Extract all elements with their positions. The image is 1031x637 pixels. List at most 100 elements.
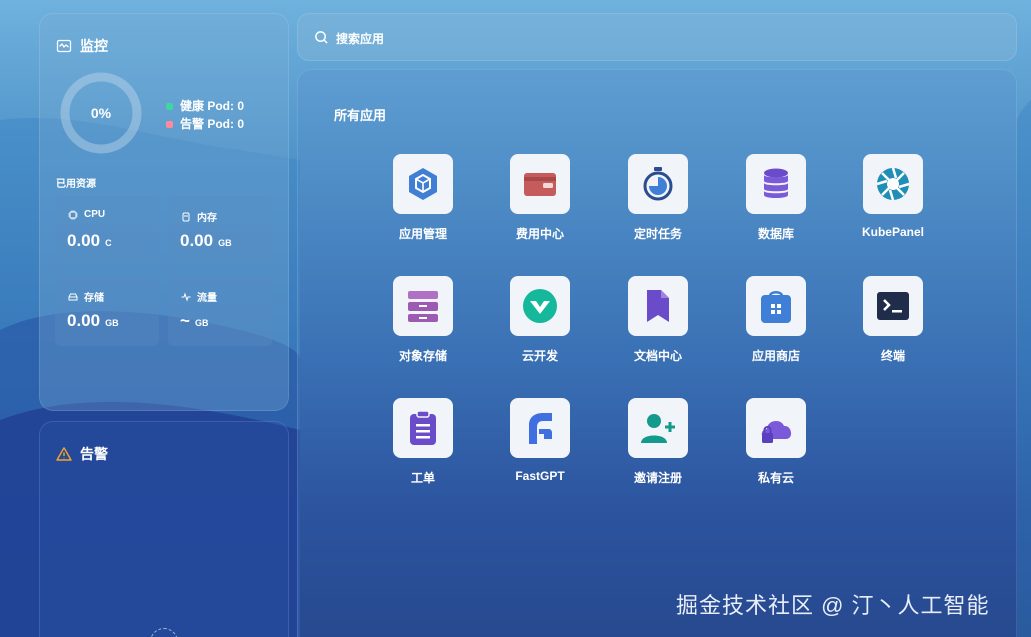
app-label: 数据库: [757, 227, 794, 241]
storage-card-label: 存储: [84, 293, 104, 304]
app-label: 应用商店: [751, 349, 800, 363]
legend-healthy: 健康 Pod: 0: [166, 97, 244, 115]
app-label: 云开发: [521, 349, 558, 363]
storage-icon: [68, 293, 78, 300]
app-tile: [510, 276, 570, 336]
app-app-store[interactable]: 应用商店: [726, 276, 826, 364]
search-icon: [315, 31, 328, 44]
traffic-unit: GB: [194, 318, 209, 328]
alert-dot-icon: [166, 120, 173, 128]
healthy-dot-icon: [166, 102, 173, 110]
app-tile: [510, 398, 570, 458]
memory-card-header: 内存: [181, 209, 217, 224]
traffic-card-label: 流量: [197, 293, 217, 304]
app-label: 文档中心: [633, 349, 682, 363]
storage-value: 0.00: [67, 311, 101, 330]
monitor-title-text: 监控: [80, 38, 108, 54]
memory-icon: [182, 212, 190, 221]
resources-title: 已用资源: [56, 179, 96, 190]
legend-alert-label: 告警 Pod: 0: [180, 117, 245, 131]
app-app-manage[interactable]: 应用管理: [373, 154, 473, 242]
app-billing[interactable]: 费用中心: [490, 154, 590, 242]
monitor-icon: [56, 39, 72, 53]
traffic-card-value: ~ GB: [180, 311, 208, 331]
storage-card[interactable]: 存储 0.00 GB: [55, 276, 159, 346]
app-tile: [746, 398, 806, 458]
app-tile: [393, 276, 453, 336]
memory-card-value: 0.00 GB: [180, 231, 232, 251]
app-docs[interactable]: 文档中心: [608, 276, 708, 364]
alert-panel: 告警: [39, 421, 289, 637]
app-tile: [863, 276, 923, 336]
terminal-icon: [877, 292, 909, 320]
app-label: 私有云: [757, 471, 794, 485]
cpu-card[interactable]: CPU 0.00 C: [55, 196, 159, 266]
app-tile: [746, 276, 806, 336]
apps-title: 所有应用: [334, 108, 387, 123]
app-tile: [628, 398, 688, 458]
app-label: 邀请注册: [633, 471, 682, 485]
cpu-value: 0.00: [67, 231, 101, 250]
cpu-card-label: CPU: [84, 209, 106, 220]
invite-icon: [641, 414, 675, 443]
cpu-unit: C: [105, 238, 112, 248]
app-label: 定时任务: [633, 227, 682, 241]
memory-card[interactable]: 内存 0.00 GB: [168, 196, 272, 266]
watermark: 掘金技术社区 @ 汀丶人工智能: [676, 593, 990, 618]
app-tile: [746, 154, 806, 214]
app-cronjob[interactable]: 定时任务: [608, 154, 708, 242]
app-label: 应用管理: [398, 227, 447, 241]
memory-value: 0.00: [180, 231, 214, 250]
ticket-icon: [410, 410, 436, 445]
alert-title-text: 告警: [80, 446, 108, 462]
warning-icon: [56, 447, 72, 461]
pod-health-percent: 0%: [90, 105, 112, 121]
pod-legend: 健康 Pod: 0 告警 Pod: 0: [166, 97, 244, 133]
wallet-icon: [524, 173, 556, 196]
private-cloud-icon: [761, 420, 792, 443]
app-invite[interactable]: 邀请注册: [608, 398, 708, 486]
storage-unit: GB: [105, 318, 119, 328]
app-database[interactable]: 数据库: [726, 154, 826, 242]
traffic-icon: [181, 291, 191, 302]
timer-icon: [643, 167, 673, 201]
legend-alert: 告警 Pod: 0: [166, 115, 244, 133]
app-label: 费用中心: [515, 227, 564, 241]
search-input[interactable]: 搜索应用: [336, 30, 384, 47]
storage-card-header: 存储: [68, 289, 104, 304]
app-manage-icon: [409, 168, 437, 200]
app-store-icon: [761, 291, 791, 323]
storage-card-value: 0.00 GB: [67, 311, 119, 331]
app-tile: [628, 154, 688, 214]
cpu-card-value: 0.00 C: [67, 231, 112, 251]
app-tile: [863, 154, 923, 214]
cpu-card-header: CPU: [68, 209, 105, 220]
app-object-storage[interactable]: 对象存储: [373, 276, 473, 364]
memory-card-label: 内存: [197, 213, 217, 224]
cpu-icon: [68, 210, 78, 219]
app-label: 对象存储: [398, 349, 447, 363]
app-terminal[interactable]: 终端: [843, 276, 943, 364]
database-icon: [764, 168, 788, 198]
app-cloud-dev[interactable]: 云开发: [490, 276, 590, 364]
cloud-dev-icon: [523, 289, 557, 323]
apps-panel: 所有应用 应用管理 费用中心 定时任务 数据库 KubePanel 对象存储 云…: [297, 69, 1017, 637]
app-fastgpt[interactable]: FastGPT: [490, 398, 590, 483]
app-ticket[interactable]: 工单: [373, 398, 473, 486]
app-label: FastGPT: [515, 469, 565, 483]
memory-unit: GB: [218, 238, 232, 248]
search-bar[interactable]: 搜索应用: [297, 13, 1017, 61]
docs-icon: [647, 290, 669, 322]
monitor-title: 监控: [56, 36, 108, 56]
monitor-panel: 监控 0% 健康 Pod: 0 告警 Pod: 0 已用资源 CPU 0.00 …: [39, 13, 289, 411]
app-tile: [510, 154, 570, 214]
traffic-card[interactable]: 流量 ~ GB: [168, 276, 272, 346]
app-label: 终端: [880, 349, 905, 363]
kubepanel-icon: [876, 167, 910, 201]
app-tile: [393, 154, 453, 214]
fastgpt-icon: [529, 413, 552, 444]
alert-title: 告警: [56, 444, 108, 464]
app-label: KubePanel: [861, 225, 924, 239]
app-private-cloud[interactable]: 私有云: [726, 398, 826, 486]
app-kubepanel[interactable]: KubePanel: [843, 154, 943, 239]
